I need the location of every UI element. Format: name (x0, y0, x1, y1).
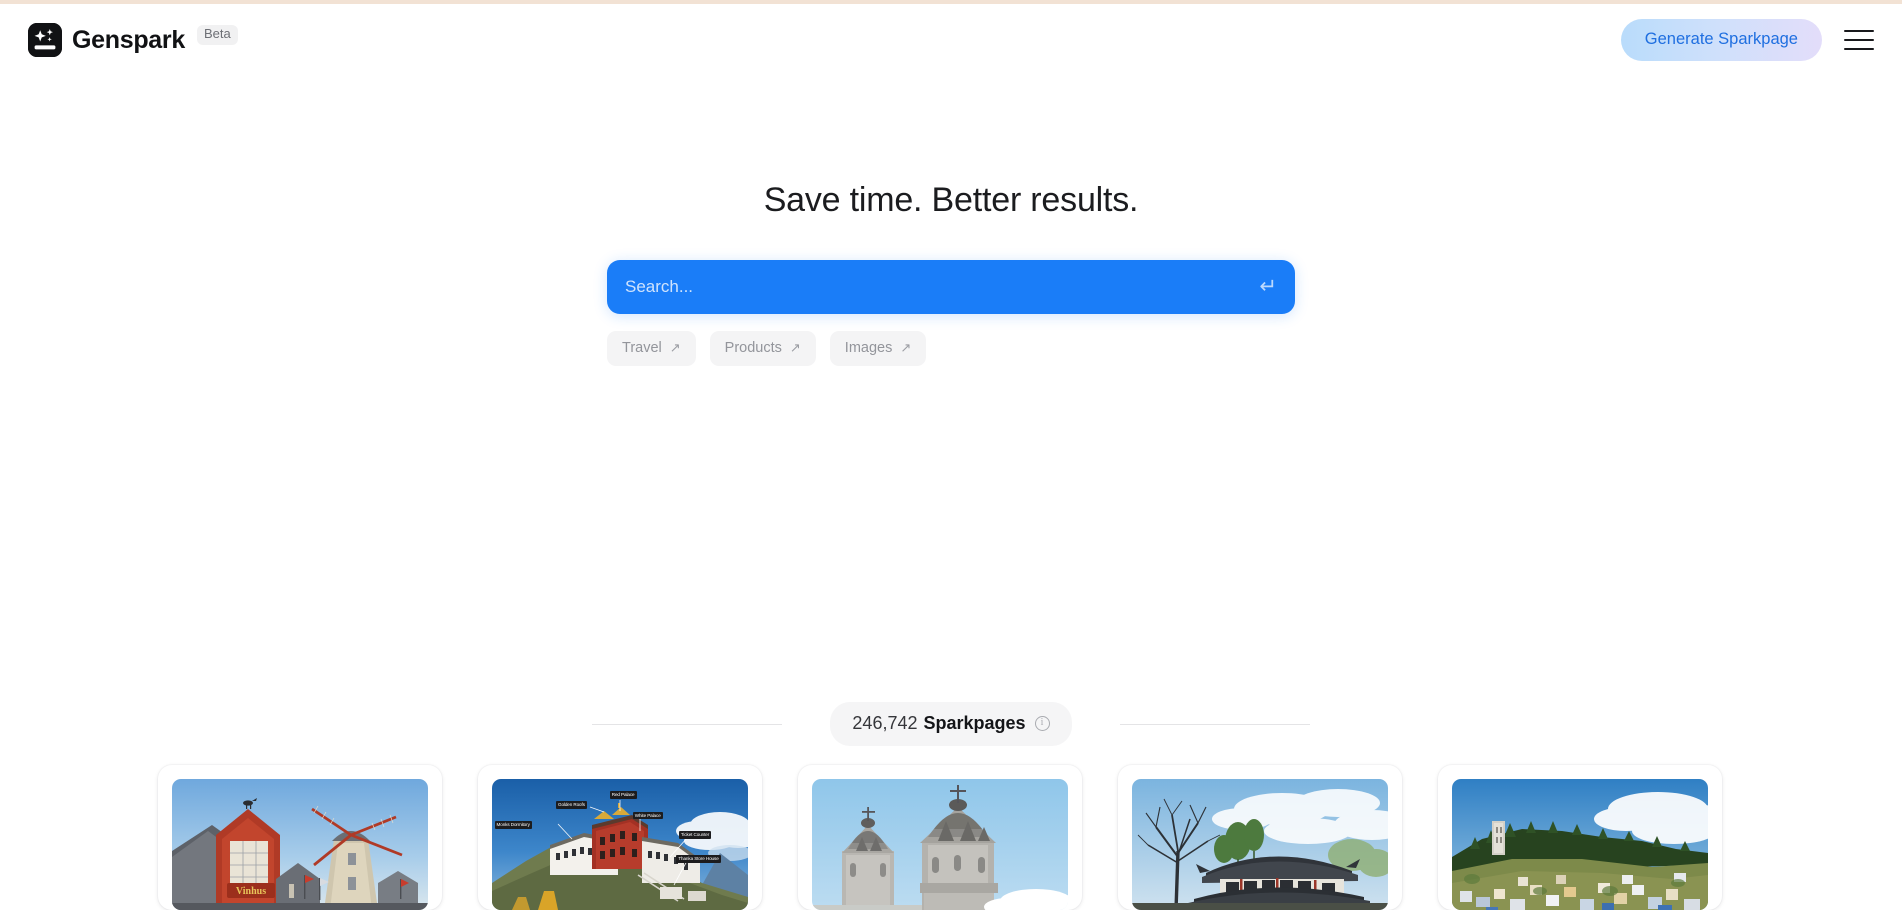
solvang-windmill-village-image: Vinhus (172, 779, 428, 910)
annotation-label: Red Palace (609, 790, 637, 799)
chip-label: Travel (622, 339, 662, 356)
sparkle-logo-icon (28, 23, 62, 57)
sparkpage-card[interactable]: Vinhus (158, 765, 442, 910)
annotation-label: White Palace (632, 811, 663, 820)
generate-sparkpage-button[interactable]: Generate Sparkpage (1620, 19, 1822, 61)
chip-products[interactable]: Products ↗ (709, 330, 816, 366)
annotation-label: Golden Roofs (556, 801, 587, 809)
divider-right (1119, 723, 1310, 725)
chip-label: Images (844, 339, 893, 356)
arrow-up-right-icon: ↗ (900, 339, 912, 355)
annotation-label: Monks Dormitory (494, 820, 532, 829)
sparkpage-card[interactable] (1438, 765, 1722, 910)
arrow-up-right-icon: ↗ (789, 339, 801, 355)
potala-palace-image: Red Palace Golden Roofs White Palace Mon… (492, 779, 748, 910)
chip-travel[interactable]: Travel ↗ (607, 330, 696, 366)
sparkpage-card[interactable]: Red Palace Golden Roofs White Palace Mon… (478, 765, 762, 910)
app-header: Genspark Beta Generate Sparkpage (0, 4, 1902, 76)
search-box[interactable]: ↵ (607, 259, 1295, 314)
hamburger-line (1844, 47, 1874, 50)
header-actions: Generate Sparkpage (1620, 19, 1874, 61)
chip-images[interactable]: Images ↗ (829, 330, 927, 366)
arrow-up-right-icon: ↗ (669, 339, 681, 355)
sparkpages-label: Sparkpages (923, 713, 1026, 733)
sparkpage-cards-row: Vinhus Red Palace Golden Roofs White Pal… (158, 765, 1758, 910)
hillside-city-panecillo-image (1452, 779, 1708, 910)
search-area: ↵ (607, 259, 1295, 314)
annotation-label: Thanka Store House (676, 854, 721, 863)
return-arrow-icon[interactable]: ↵ (1251, 276, 1277, 297)
divider-left (592, 723, 783, 725)
hamburger-line (1844, 38, 1874, 42)
beta-badge: Beta (196, 25, 238, 45)
svg-text:Vinhus: Vinhus (236, 886, 266, 897)
chip-label: Products (724, 339, 782, 356)
sparkpages-counter-row: 246,742 Sparkpages i (0, 702, 1902, 746)
hero-section: Save time. Better results. ↵ Travel ↗ Pr… (0, 180, 1902, 366)
sparkpages-counter: 246,742 Sparkpages i (830, 702, 1072, 746)
brand-name: Genspark (72, 25, 185, 54)
asian-temple-pavilion-image (1132, 779, 1388, 910)
sparkpages-count: 246,742 (852, 713, 918, 733)
hamburger-line (1844, 30, 1874, 33)
sparkpage-card[interactable] (1118, 765, 1402, 910)
sparkpage-card[interactable] (798, 765, 1082, 910)
grossmunster-twin-towers-image (812, 779, 1068, 910)
hamburger-menu-icon[interactable] (1844, 28, 1874, 52)
brand-lockup[interactable]: Genspark Beta (28, 23, 238, 57)
search-input[interactable] (625, 259, 1252, 314)
suggestion-chips: Travel ↗ Products ↗ Images ↗ (607, 330, 1295, 366)
annotation-label: Ticket Counter (678, 831, 712, 840)
page-title: Save time. Better results. (763, 181, 1139, 219)
info-icon[interactable]: i (1034, 716, 1050, 731)
